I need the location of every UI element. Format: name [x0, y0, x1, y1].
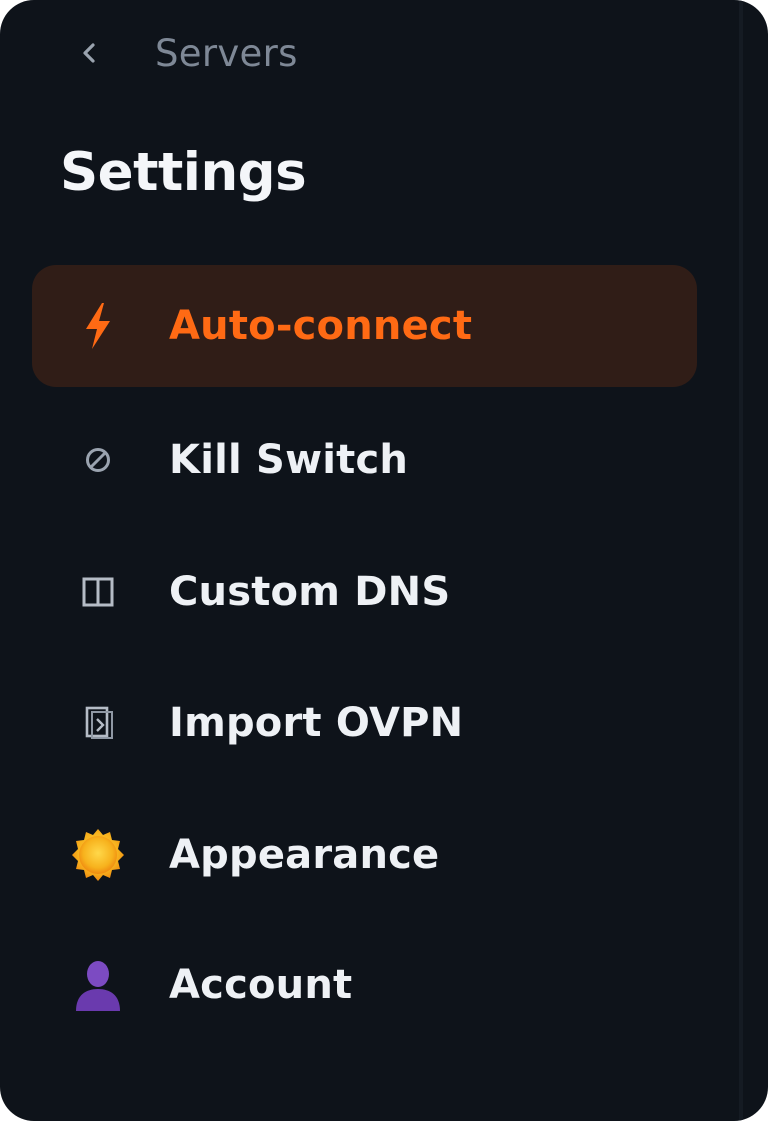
back-label: Servers — [155, 31, 298, 75]
menu-item-account[interactable]: Account — [32, 924, 697, 1046]
menu-item-import-ovpn[interactable]: Import OVPN — [32, 662, 697, 784]
menu-item-custom-dns[interactable]: Custom DNS — [32, 531, 697, 653]
columns-icon — [70, 564, 126, 620]
menu-item-label: Auto-connect — [169, 303, 473, 349]
chevron-left-icon — [70, 26, 108, 80]
settings-sidebar: Servers Settings Auto-connect Kill Switc… — [0, 0, 768, 1121]
menu-item-label: Kill Switch — [169, 437, 409, 483]
menu-item-label: Account — [169, 962, 353, 1008]
divider — [739, 0, 743, 1121]
sun-icon — [70, 827, 126, 883]
lightning-bolt-icon — [70, 298, 126, 354]
menu-item-appearance[interactable]: Appearance — [32, 794, 697, 916]
back-to-servers-button[interactable]: Servers — [70, 26, 298, 80]
prohibited-icon — [70, 432, 126, 488]
menu-item-auto-connect[interactable]: Auto-connect — [32, 265, 697, 387]
import-file-icon — [70, 695, 126, 751]
menu-item-label: Appearance — [169, 832, 440, 878]
menu-item-label: Import OVPN — [169, 700, 464, 746]
page-title: Settings — [60, 142, 307, 203]
user-icon — [70, 957, 126, 1013]
menu-item-kill-switch[interactable]: Kill Switch — [32, 399, 697, 521]
menu-item-label: Custom DNS — [169, 569, 451, 615]
